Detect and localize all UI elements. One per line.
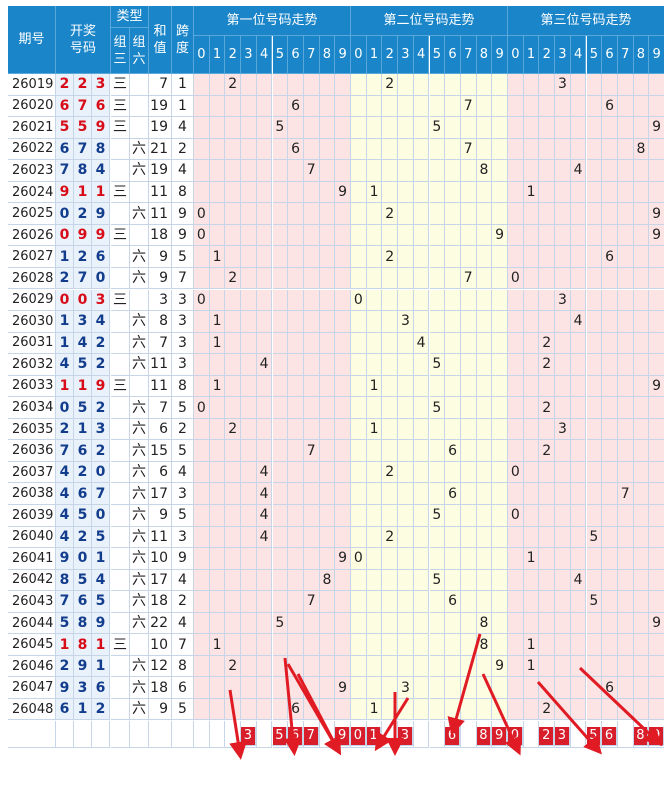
red-arrow	[447, 633, 482, 736]
red-arrow	[296, 673, 341, 756]
red-arrow	[228, 689, 248, 760]
red-arrow	[481, 673, 522, 756]
trend-chart-table: 期号 开奖 号码 类型组三组六和值跨度第一位号码走势 0 1 2 3 4 5 6 7 8 9 第二位号码走势…	[8, 6, 664, 804]
red-arrow	[374, 697, 410, 752]
red-arrow	[536, 681, 602, 755]
annotation-arrows	[228, 633, 663, 760]
red-arrow	[578, 666, 663, 747]
